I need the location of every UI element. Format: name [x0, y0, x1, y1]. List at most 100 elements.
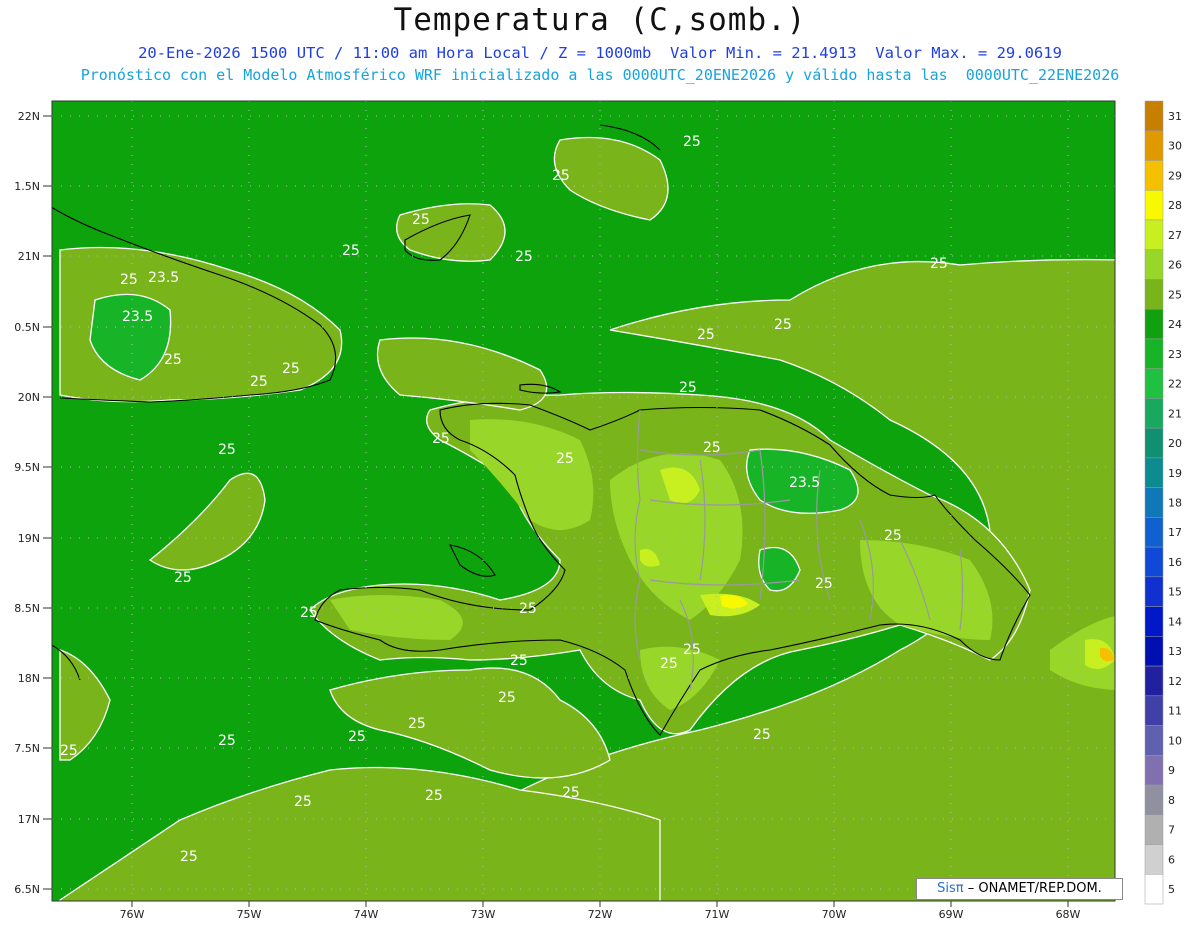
lat-label: 1.5N: [14, 180, 40, 193]
lon-label: 70W: [822, 908, 847, 921]
contour-label: 25: [703, 440, 721, 456]
legend-label: 25: [1168, 288, 1182, 301]
lon-label: 68W: [1056, 908, 1081, 921]
contour-label: 25: [300, 605, 318, 621]
contour-label: 25: [412, 212, 430, 228]
lon-label: 76W: [120, 908, 145, 921]
longitude-ticks: [131, 901, 1069, 907]
legend-label: 21: [1168, 407, 1182, 420]
lat-label: 22N: [18, 110, 40, 123]
temperature-map: 25 25 25 25 25 25 25 23.5 23.5 25 25 25 …: [14, 100, 1182, 921]
legend-label: 15: [1168, 586, 1182, 599]
contour-label: 25: [660, 656, 678, 672]
credit-text: – ONAMET/REP.DOM.: [967, 881, 1102, 896]
legend-label: 12: [1168, 675, 1182, 688]
legend-swatch: [1144, 130, 1164, 161]
contour-label: 25: [164, 352, 182, 368]
legend-label: 10: [1168, 734, 1182, 747]
latitude-axis: 22N 1.5N 21N 0.5N 20N 9.5N 19N 8.5N 18N …: [14, 110, 40, 896]
contour-label: 25: [342, 243, 360, 259]
legend-swatch: [1144, 844, 1164, 875]
legend-label: 24: [1168, 318, 1182, 331]
legend-label: 31: [1168, 110, 1182, 123]
legend-swatch: [1144, 457, 1164, 488]
contour-label: 25: [432, 431, 450, 447]
lat-label: 21N: [18, 250, 40, 263]
contour-label: 25: [697, 327, 715, 343]
legend-swatch: [1144, 308, 1164, 340]
legend-swatch: [1144, 427, 1164, 459]
contour-label: 25: [408, 716, 426, 732]
legend-swatch: [1144, 606, 1164, 637]
legend-swatch: [1144, 695, 1164, 726]
legend-label: 5: [1168, 883, 1175, 896]
legend-label: 29: [1168, 169, 1182, 182]
contour-label: 25: [930, 256, 948, 272]
contour-label: 25: [348, 729, 366, 745]
contour-label: 23.5: [148, 270, 179, 286]
contour-label: 25: [60, 743, 78, 759]
contour-label: 25: [218, 733, 236, 749]
lat-label: 9.5N: [14, 461, 40, 474]
contour-label: 25: [180, 849, 198, 865]
legend-label: 22: [1168, 378, 1182, 391]
contour-label: 25: [552, 168, 570, 184]
legend-swatch: [1144, 546, 1164, 578]
legend-swatch: [1144, 189, 1164, 221]
contour-label: 25: [294, 794, 312, 810]
contour-label: 25: [174, 570, 192, 586]
legend-swatch: [1144, 368, 1164, 399]
legend-swatch: [1144, 636, 1164, 667]
legend-label: 11: [1168, 705, 1182, 718]
lon-label: 69W: [939, 908, 964, 921]
contour-label: 25: [282, 361, 300, 377]
legend-label: 26: [1168, 259, 1182, 272]
legend-swatch: [1144, 338, 1164, 369]
color-legend: 31 30 29 28 27 26 25 24 23 22 21 20 19 18 17 16 15 14 13 12…: [1144, 100, 1182, 905]
legend-label: 28: [1168, 199, 1182, 212]
longitude-axis: 76W 75W 74W 73W 72W 71W 70W 69W 68W: [120, 908, 1081, 921]
contour-label: 23.5: [789, 475, 820, 491]
contour-label: 25: [250, 374, 268, 390]
legend-label: 9: [1168, 764, 1175, 777]
lat-label: 17N: [18, 813, 40, 826]
contour-label: 25: [679, 380, 697, 396]
lat-label: 8.5N: [14, 602, 40, 615]
contour-label: 25: [425, 788, 443, 804]
contour-label: 25: [683, 134, 701, 150]
lon-label: 71W: [705, 908, 730, 921]
contour-label: 25: [218, 442, 236, 458]
contour-label: 25: [562, 785, 580, 801]
credit-box: Sisπ – ONAMET/REP.DOM.: [916, 878, 1123, 900]
lat-label: 7.5N: [14, 742, 40, 755]
legend-swatch: [1144, 725, 1164, 756]
legend-swatch: [1144, 665, 1164, 697]
credit-brand: Sisπ: [937, 881, 964, 896]
legend-label: 17: [1168, 526, 1182, 539]
contour-label: 25: [498, 690, 516, 706]
lon-label: 75W: [237, 908, 262, 921]
legend-label: 18: [1168, 497, 1182, 510]
legend-label: 14: [1168, 615, 1182, 628]
lon-label: 73W: [471, 908, 496, 921]
legend-label: 8: [1168, 794, 1175, 807]
lat-label: 0.5N: [14, 321, 40, 334]
legend-swatch: [1144, 874, 1164, 905]
legend-swatch: [1144, 517, 1164, 548]
lon-label: 72W: [588, 908, 613, 921]
contour-label: 25: [815, 576, 833, 592]
contour-label: 25: [683, 642, 701, 658]
legend-swatch: [1144, 249, 1164, 280]
lat-label: 18N: [18, 672, 40, 685]
contour-label: 25: [120, 272, 138, 288]
contour-label: 25: [519, 601, 537, 617]
lat-label: 20N: [18, 391, 40, 404]
legend-label: 20: [1168, 437, 1182, 450]
legend-swatch: [1144, 279, 1164, 310]
legend-swatch: [1144, 487, 1164, 518]
latitude-ticks: [43, 115, 52, 890]
legend-label: 7: [1168, 824, 1175, 837]
legend-label: 13: [1168, 645, 1182, 658]
contour-label: 25: [884, 528, 902, 544]
legend-label: 30: [1168, 140, 1182, 153]
